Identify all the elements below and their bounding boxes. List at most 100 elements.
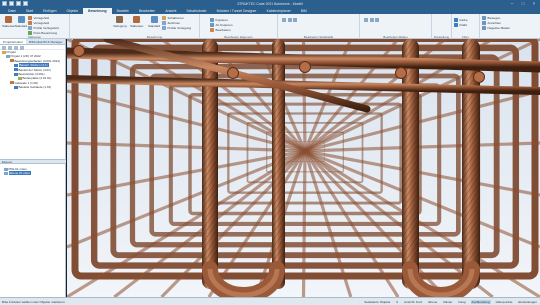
kopieren-button[interactable]: Kopieren <box>210 18 228 22</box>
field-icon <box>28 21 32 25</box>
view-icon <box>482 21 486 25</box>
status-item[interactable]: Fang <box>457 300 466 304</box>
tree-node-icon <box>10 81 14 85</box>
tool-icon <box>364 18 368 22</box>
standard-button[interactable]: Standard <box>15 16 27 28</box>
tree-item-label: Bauteil: Stützen (4-1) <box>18 63 49 68</box>
color-icon <box>454 18 458 22</box>
group-title: Bearbeiten Matten <box>383 34 408 39</box>
ribbon-group-stabeisen: Stabeisen Standard Verlegefeld Verlegefe… <box>0 14 70 39</box>
tree-item-label: Projekt <box>6 50 16 54</box>
tree-item[interactable]: Bauteile Gebäude (1.01) <box>0 85 65 89</box>
ansichten-button[interactable]: Ansichten <box>482 21 501 25</box>
stabeisen-2-button[interactable]: Stabeisen <box>130 16 143 28</box>
layer-icon <box>4 167 8 171</box>
group-title: Bearbeiten Stahlstatik <box>303 34 334 39</box>
rebar-ribs <box>272 39 285 289</box>
tool-icon <box>282 18 286 22</box>
profile-verlegung-button[interactable]: Profile Verlegung <box>162 26 191 30</box>
tool-icon <box>369 18 374 22</box>
template-icon <box>162 16 166 20</box>
bar-end-cap <box>227 67 239 79</box>
standard-icon <box>150 16 158 23</box>
bar-end-cap <box>73 45 85 57</box>
ribbon-group-bearbeiten-matten: Bearbeiten Matten <box>360 14 432 39</box>
profile-verlegefeld-button[interactable]: Profile Verlegefeld <box>28 26 59 30</box>
status-items: Selektierte Objekte 0 Ansicht: Kurz Ebene Ra… <box>363 299 538 304</box>
draht-button[interactable]: Draht <box>454 23 467 27</box>
ribbon-group-bearbeiten-stahlstatik: Bearbeiten Stahlstatik <box>278 14 360 39</box>
status-item[interactable]: 0 <box>395 300 399 304</box>
field-icon <box>28 16 32 20</box>
bearbeiten-button[interactable]: Bearbeiten <box>210 28 230 32</box>
ribbon-group-filter: Farbe Draht Filter <box>452 14 480 39</box>
schablonen-button[interactable]: Schablonen <box>162 16 184 20</box>
verlegung-button[interactable]: Verlegung <box>113 16 127 28</box>
status-item[interactable]: Ansicht: Kurz <box>403 300 423 304</box>
bar-end-cap <box>473 71 485 83</box>
ribbon-group-bearbeiten-allgemein: Kopieren Ab Kopieren Bearbeiten Bearbeit… <box>200 14 278 39</box>
negative-matten-button[interactable]: Negative Matten <box>482 26 510 30</box>
ab-kopieren-button[interactable]: Ab Kopieren <box>210 23 233 27</box>
tab-bcf-manager[interactable]: BIMcollab BCF Manager <box>26 39 66 44</box>
copy-icon <box>210 18 214 22</box>
settings-icon[interactable] <box>20 45 24 50</box>
farbe-button[interactable]: Farbe <box>454 18 468 22</box>
copy-icon <box>210 23 214 27</box>
status-item[interactable]: Ausblendung <box>470 299 491 304</box>
tool-icon <box>375 18 379 22</box>
title-bar: STRUKTEC Crate 2021 Bohrkerne - Modell –… <box>0 0 540 8</box>
group-title: Darstellung <box>433 34 450 39</box>
close-button[interactable]: × <box>530 1 538 7</box>
tree-node-icon <box>18 77 22 81</box>
tree-node-icon <box>14 72 18 76</box>
matten-tools[interactable] <box>364 18 381 22</box>
standard-icon <box>17 16 25 23</box>
window-controls: – □ × <box>508 1 538 7</box>
tree-node-icon <box>14 85 18 89</box>
tab-projektstruktur[interactable]: Projektstruktur <box>0 39 26 44</box>
group-title: Filter <box>462 34 469 39</box>
status-item[interactable]: Selektierte Objekte <box>363 300 391 304</box>
tree-node-icon <box>10 59 14 63</box>
wire-icon <box>454 23 458 27</box>
layer-item[interactable]: Ebene 01 oben <box>2 171 31 176</box>
longitudinal-bar <box>301 150 307 297</box>
status-item[interactable]: Gitterpunkte <box>495 300 514 304</box>
window-title: STRUKTEC Crate 2021 Bohrkerne - Modell <box>237 2 303 6</box>
draw-icon <box>162 21 166 25</box>
maximize-button[interactable]: □ <box>519 1 527 7</box>
filter-icon[interactable] <box>14 45 18 50</box>
verlegefeld-2-button[interactable]: Verlegefeld <box>28 21 49 25</box>
collapse-icon[interactable] <box>8 45 12 50</box>
rebar-cage-scene[interactable] <box>67 39 540 297</box>
tree-item-label: Bewehrungsarbeiten (4-001 2021) <box>14 58 61 63</box>
expand-icon[interactable] <box>2 45 6 50</box>
layer-label: Ebene 01 oben <box>8 171 31 176</box>
tree-item-label: Bewehrplan (4.001) <box>18 71 45 76</box>
placement-icon <box>116 16 124 23</box>
stabeisen-button[interactable]: Stabeisen <box>2 16 15 28</box>
tree-node-icon <box>6 55 10 59</box>
status-item[interactable]: Ebene <box>427 300 438 304</box>
3d-viewport[interactable] <box>67 39 540 297</box>
tree-item-label: Bauteil der Stütze (4.01) <box>18 67 51 72</box>
tool-icon <box>293 18 297 22</box>
tree-item-label: Projekt 1 (2D) 47 2022 <box>10 54 41 59</box>
status-item[interactable]: Raster <box>442 300 453 304</box>
layer-label: PFE 01 unten <box>8 167 27 171</box>
zeichnen-button[interactable]: Zeichnen <box>162 21 180 25</box>
ribbon-group-darstellung: Darstellung <box>432 14 452 39</box>
rebar-icon <box>5 16 13 23</box>
minimize-button[interactable]: – <box>508 1 516 7</box>
bewegen-button[interactable]: Bewegen <box>482 16 500 20</box>
status-item[interactable]: Einstellungen <box>517 300 538 304</box>
tree-item-label: Bodenplatte (4.01.01) <box>22 76 52 81</box>
stahlstatik-tools[interactable] <box>282 18 299 22</box>
bar-end-cap <box>299 61 311 73</box>
standard-2-button[interactable]: Standard <box>148 16 160 28</box>
ribbon-group-bewehrung: Verlegung Stabeisen Standard Schablonen … <box>110 14 200 39</box>
status-message: Bitte Funktion wählen oder Objekte marki… <box>2 300 65 304</box>
rebar-ribs <box>202 39 218 289</box>
verlegefeld-button[interactable]: Verlegefeld <box>28 16 49 20</box>
